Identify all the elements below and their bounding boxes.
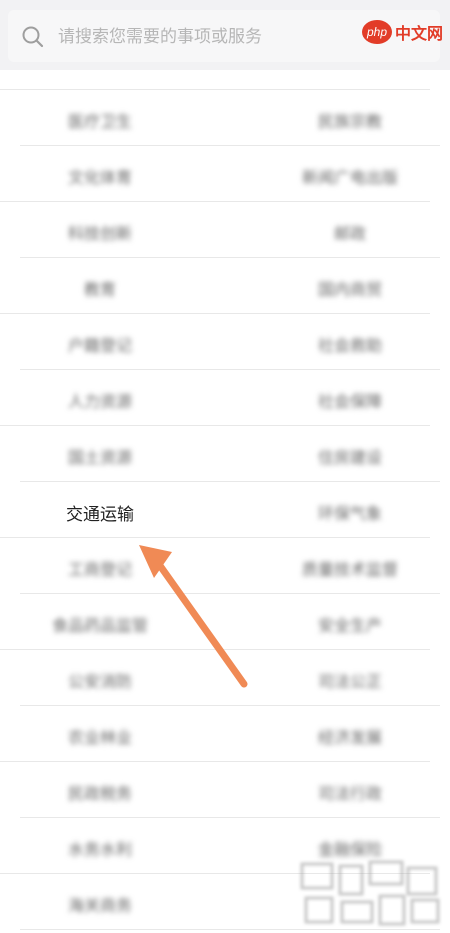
category-item-right[interactable]: 邮政 bbox=[250, 220, 450, 244]
category-item-left[interactable]: 交通运输 bbox=[0, 500, 200, 525]
category-item-right[interactable]: 司法公正 bbox=[250, 668, 450, 692]
category-item-left[interactable]: 文化体育 bbox=[0, 164, 200, 188]
category-item-left[interactable]: 食品药品监管 bbox=[0, 612, 200, 636]
category-item-right[interactable]: 社会救助 bbox=[250, 332, 450, 356]
category-item-left[interactable]: 国土资源 bbox=[0, 444, 200, 468]
category-item-right[interactable]: 经济发展 bbox=[250, 724, 450, 748]
row-divider bbox=[0, 425, 430, 426]
category-item-right[interactable]: 司法行政 bbox=[250, 780, 450, 804]
site-logo: php 中文网 bbox=[362, 20, 443, 44]
category-item-right[interactable]: 社会保障 bbox=[250, 388, 450, 412]
category-item-right[interactable]: 住房建设 bbox=[250, 444, 450, 468]
category-item-right[interactable]: 质量技术监督 bbox=[250, 556, 450, 580]
row-divider bbox=[0, 649, 430, 650]
row-divider bbox=[0, 761, 430, 762]
category-item-left[interactable]: 教育 bbox=[0, 276, 200, 300]
category-item-right[interactable]: 新闻广电出版 bbox=[250, 164, 450, 188]
category-item-left[interactable]: 水务水利 bbox=[0, 836, 200, 860]
category-item-right[interactable]: 金融保险 bbox=[250, 836, 450, 860]
row-divider bbox=[0, 89, 430, 90]
category-item-left[interactable]: 人力资源 bbox=[0, 388, 200, 412]
row-divider bbox=[20, 705, 440, 706]
watermark-pattern bbox=[300, 860, 440, 926]
row-divider bbox=[20, 481, 440, 482]
row-divider bbox=[20, 593, 440, 594]
row-divider bbox=[20, 817, 440, 818]
row-divider bbox=[20, 369, 440, 370]
search-icon bbox=[22, 26, 44, 48]
category-item-left[interactable]: 农业林业 bbox=[0, 724, 200, 748]
search-input[interactable] bbox=[56, 20, 360, 54]
category-item-left[interactable]: 民政税务 bbox=[0, 780, 200, 804]
row-divider bbox=[20, 145, 440, 146]
category-item-left[interactable]: 科技创新 bbox=[0, 220, 200, 244]
logo-php-badge: php bbox=[362, 20, 392, 44]
logo-site-name: 中文网 bbox=[395, 24, 444, 43]
category-item-right[interactable]: 环保气象 bbox=[250, 500, 450, 524]
category-item-left[interactable]: 户籍登记 bbox=[0, 332, 200, 356]
row-divider bbox=[20, 257, 440, 258]
category-item-left[interactable]: 医疗卫生 bbox=[0, 108, 200, 132]
category-item-right[interactable]: 民族宗教 bbox=[250, 108, 450, 132]
category-item-left[interactable]: 工商登记 bbox=[0, 556, 200, 580]
category-item-right[interactable]: 安全生产 bbox=[250, 612, 450, 636]
category-item-left[interactable]: 公安消防 bbox=[0, 668, 200, 692]
category-item-right[interactable]: 国内商贸 bbox=[250, 276, 450, 300]
search-bar: php 中文网 bbox=[0, 0, 450, 70]
category-item-left[interactable]: 海关商务 bbox=[0, 892, 200, 916]
row-divider bbox=[0, 313, 430, 314]
row-divider bbox=[0, 201, 430, 202]
row-divider bbox=[0, 537, 430, 538]
